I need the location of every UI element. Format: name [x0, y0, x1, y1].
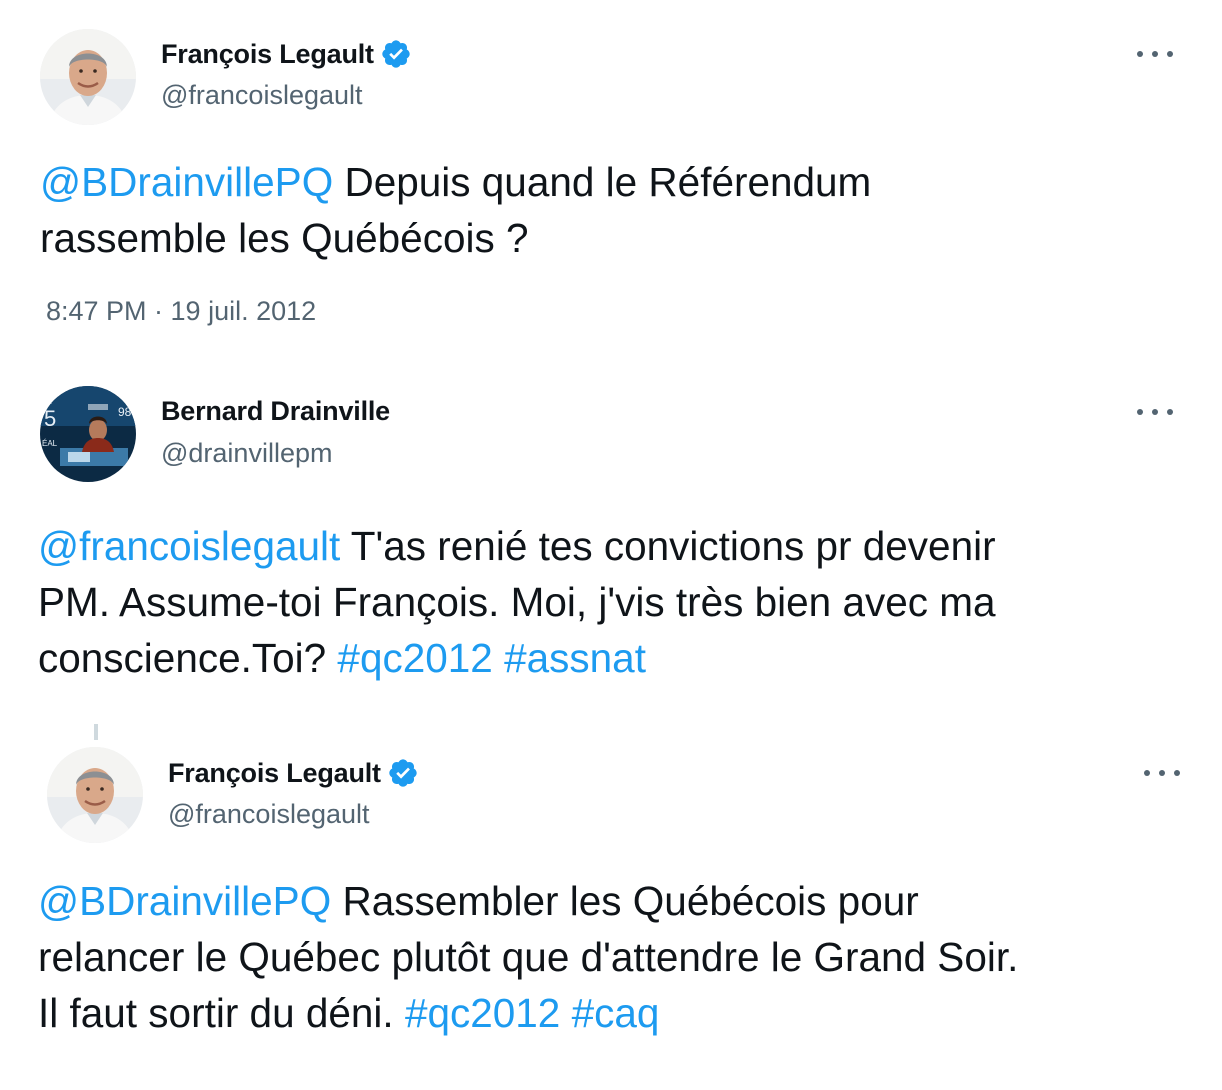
tweet-text-line: relancer le Québec plutôt que d'attendre…	[38, 929, 1018, 985]
author-display-name[interactable]: François Legault	[168, 758, 381, 789]
hashtag-link[interactable]: #qc2012	[405, 990, 560, 1036]
text-fragment: Rassembler les Québécois pour	[331, 878, 919, 924]
text-fragment: Il faut sortir du déni.	[38, 990, 405, 1036]
tweet-text-line: @BDrainvillePQ Rassembler les Québécois …	[38, 873, 1018, 929]
author-name-row[interactable]: François Legault	[168, 757, 419, 789]
more-options-icon[interactable]	[1144, 763, 1180, 783]
tweet-3: François Legault @francoislegault @BDrai…	[0, 0, 1222, 1090]
author-avatar[interactable]	[47, 747, 143, 843]
author-handle[interactable]: @francoislegault	[168, 799, 370, 830]
mention-link[interactable]: @BDrainvillePQ	[38, 878, 331, 924]
tweet-text-line: Il faut sortir du déni. #qc2012 #caq	[38, 985, 1018, 1041]
tweet-text: @BDrainvillePQ Rassembler les Québécois …	[38, 873, 1018, 1041]
hashtag-link[interactable]: #caq	[572, 990, 660, 1036]
text-fragment: relancer le Québec plutôt que d'attendre…	[38, 934, 1019, 980]
verified-badge-icon	[387, 757, 419, 789]
